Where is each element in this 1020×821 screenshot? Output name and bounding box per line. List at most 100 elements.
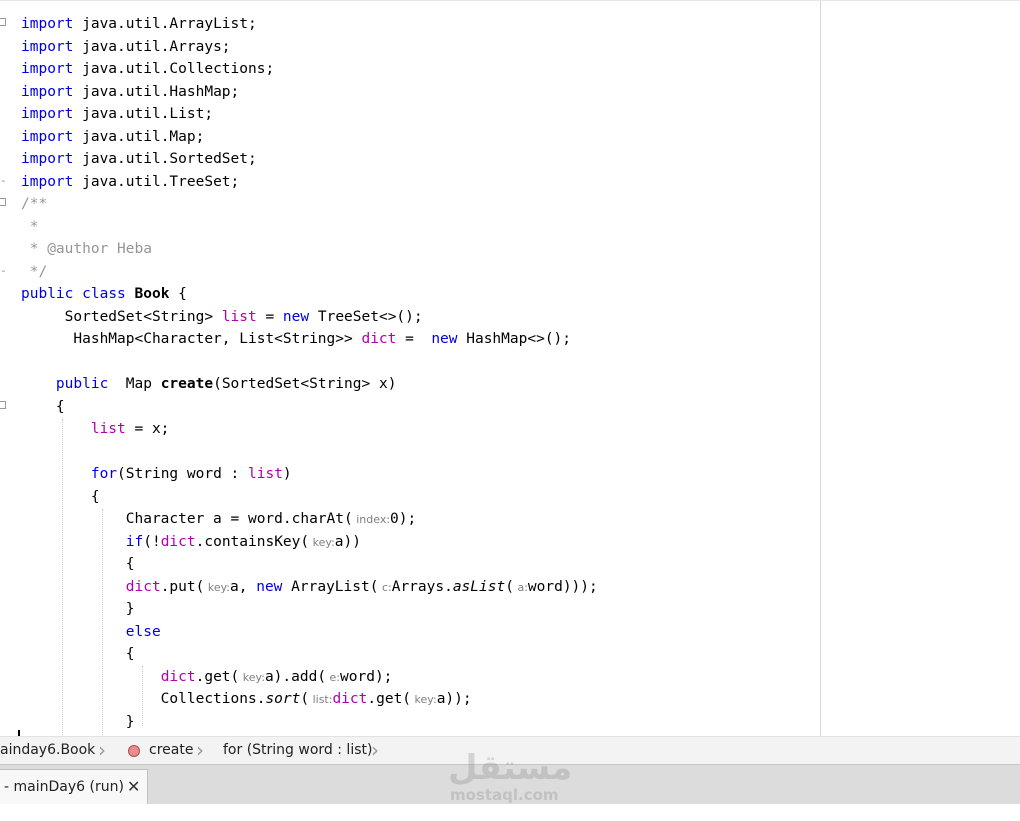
- code-line[interactable]: }: [21, 711, 135, 734]
- watermark-latin: mostaql.com: [450, 786, 559, 804]
- code-token: import: [21, 83, 74, 100]
- code-token: (!: [143, 533, 161, 550]
- code-line[interactable]: import java.util.HashMap;: [21, 81, 239, 104]
- breadcrumb-method[interactable]: create: [149, 737, 193, 765]
- code-line[interactable]: import java.util.Collections;: [21, 58, 274, 81]
- code-token: import: [21, 151, 74, 167]
- code-token: (: [505, 578, 514, 595]
- code-token: new: [256, 578, 283, 595]
- code-line[interactable]: */: [21, 261, 47, 284]
- code-token: import: [21, 16, 74, 32]
- code-token: SortedSet<String>: [21, 308, 222, 325]
- code-line[interactable]: dict.get( key:a).add( e:word);: [21, 666, 393, 689]
- fold-gutter: - -: [0, 1, 14, 736]
- code-line[interactable]: public Map create(SortedSet<String> x): [21, 373, 397, 396]
- code-token: word);: [340, 668, 393, 685]
- code-line[interactable]: import java.util.ArrayList;: [21, 13, 257, 36]
- breadcrumb-class[interactable]: ainday6.Book: [0, 737, 95, 765]
- code-token: Character a = word.charAt(: [21, 511, 353, 527]
- code-line[interactable]: import java.util.TreeSet;: [21, 171, 239, 194]
- indent-guide: [102, 509, 103, 736]
- indent-guide: [142, 666, 143, 726]
- code-token: {: [21, 488, 100, 505]
- code-line[interactable]: /**: [21, 193, 47, 216]
- code-token: java.util.TreeSet;: [73, 173, 240, 190]
- code-token: */: [21, 263, 48, 280]
- code-token: a));: [436, 691, 472, 707]
- code-token: Map: [108, 376, 161, 392]
- code-line[interactable]: Character a = word.charAt( index:0);: [21, 508, 416, 531]
- fold-end-javadoc: -: [0, 264, 7, 277]
- code-token: java.util.Arrays;: [73, 38, 231, 55]
- code-line[interactable]: list = x;: [21, 418, 170, 441]
- parameter-hint: key:: [204, 580, 231, 594]
- code-line[interactable]: import java.util.Arrays;: [21, 36, 231, 59]
- code-token: java.util.HashMap;: [73, 83, 240, 100]
- code-token: =: [256, 308, 283, 325]
- close-icon[interactable]: ✕: [127, 770, 140, 804]
- code-token: class: [82, 286, 126, 302]
- code-line[interactable]: {: [21, 486, 100, 509]
- code-token: java.util.SortedSet;: [73, 151, 257, 167]
- code-token: ArrayList(: [282, 578, 379, 595]
- watermark-arabic: مستقل: [448, 748, 573, 788]
- method-icon: [128, 745, 140, 757]
- code-token: asList: [452, 578, 506, 595]
- code-token: list: [221, 308, 257, 325]
- code-token: dict: [160, 668, 196, 685]
- code-line[interactable]: import java.util.SortedSet;: [21, 148, 257, 171]
- code-token: Arrays.: [391, 578, 453, 595]
- code-token: import: [21, 106, 74, 122]
- code-token: HashMap<Character, List<String>>: [21, 331, 362, 347]
- code-line[interactable]: import java.util.Map;: [21, 126, 204, 149]
- code-line[interactable]: {: [21, 553, 135, 576]
- code-line[interactable]: SortedSet<String> list = new TreeSet<>()…: [21, 306, 423, 329]
- breadcrumb-loop[interactable]: for (String word : list): [223, 737, 372, 765]
- code-token: ): [282, 466, 292, 482]
- code-line[interactable]: HashMap<Character, List<String>> dict = …: [21, 328, 571, 351]
- code-line[interactable]: }: [21, 598, 135, 621]
- fold-toggle-imports[interactable]: [0, 18, 6, 26]
- code-line[interactable]: import java.util.List;: [21, 103, 213, 126]
- code-line[interactable]: {: [21, 396, 65, 419]
- code-token: else: [125, 623, 161, 640]
- code-line[interactable]: Collections.sort( list:dict.get( key:a))…: [21, 688, 472, 711]
- code-line[interactable]: if(!dict.containsKey( key:a)): [21, 531, 361, 554]
- parameter-hint: c:: [378, 580, 392, 594]
- parameter-hint: key:: [309, 535, 335, 549]
- chevron-right-icon: ›: [196, 738, 204, 762]
- code-token: dict: [160, 533, 196, 550]
- parameter-hint: a:: [513, 580, 528, 594]
- code-token: java.util.ArrayList;: [73, 16, 257, 32]
- code-editor[interactable]: - - import java.util.ArrayList; import ja…: [0, 0, 1020, 736]
- code-line[interactable]: * @author Heba: [21, 238, 152, 261]
- right-margin-line: [820, 1, 821, 736]
- code-line[interactable]: dict.put( key:a, new ArrayList( c:Arrays…: [21, 576, 598, 599]
- fold-toggle-javadoc[interactable]: [0, 198, 6, 206]
- code-token: a,: [230, 578, 257, 595]
- code-token: import: [21, 61, 74, 77]
- fold-toggle-method[interactable]: [0, 401, 6, 409]
- code-line[interactable]: {: [21, 643, 135, 666]
- code-token: dict: [332, 691, 368, 707]
- code-line[interactable]: *: [21, 216, 39, 239]
- code-token: .put(: [160, 578, 205, 595]
- parameter-hint: list:: [309, 693, 333, 706]
- code-token: import: [21, 38, 74, 55]
- tab-run-output[interactable]: - mainDay6 (run) ✕: [0, 769, 148, 805]
- code-token: public: [55, 376, 109, 392]
- code-token: new: [282, 308, 310, 325]
- code-token: Book: [134, 286, 170, 302]
- code-token: a)): [334, 533, 361, 550]
- code-token: TreeSet<>();: [309, 308, 423, 325]
- code-line[interactable]: public class Book {: [21, 283, 187, 306]
- code-token: .get(: [367, 691, 412, 707]
- code-token: Collections.: [21, 691, 266, 707]
- code-token: * @author Heba: [21, 241, 152, 257]
- code-line[interactable]: else: [21, 621, 161, 644]
